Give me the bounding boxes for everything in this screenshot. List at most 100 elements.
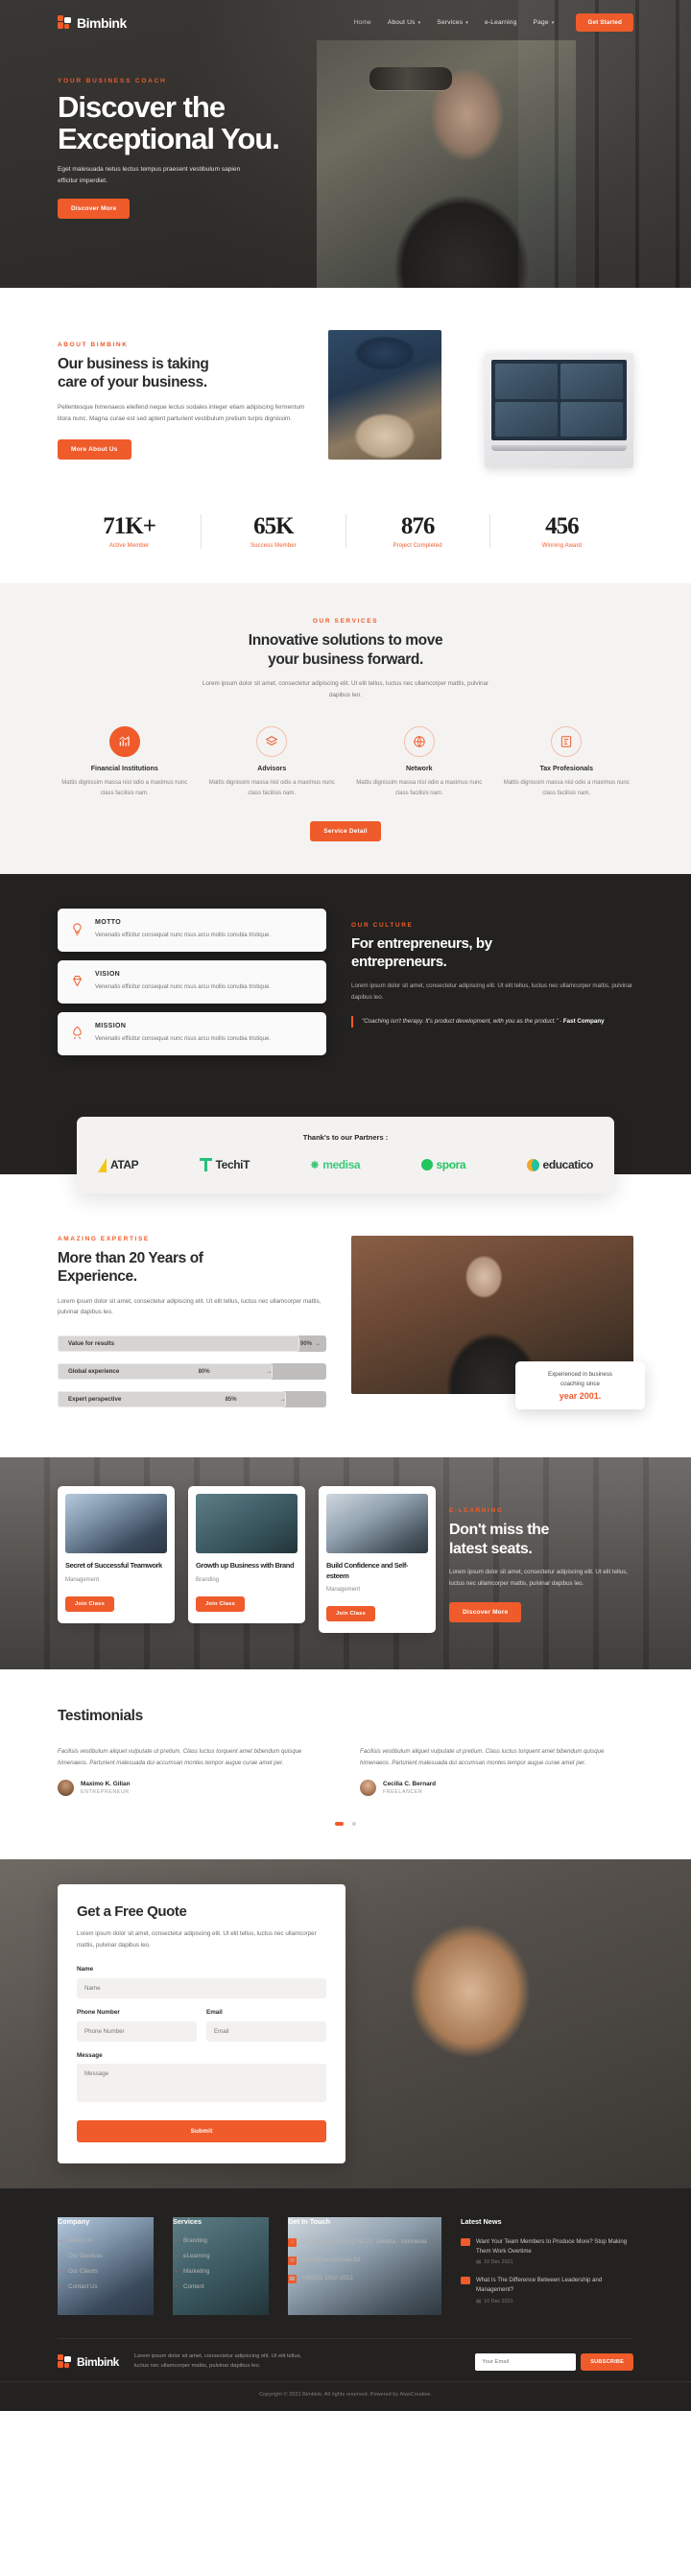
progress-bar-expert-perspective: Expert perspective 85% → (58, 1391, 326, 1408)
stat-label: Active Member (108, 543, 150, 549)
carousel-dots[interactable] (58, 1813, 633, 1831)
service-card-network[interactable]: Network Mattis dignissim massa nisl odio… (352, 726, 487, 799)
footer-link-contact-us[interactable]: → Contact Us (58, 2283, 154, 2290)
stat-value: 65K (253, 513, 294, 539)
more-about-us-button[interactable]: More About Us (58, 438, 131, 460)
hero-subtitle: Eget malesuada netus lectus tempus praes… (58, 166, 241, 184)
experience-badge: Experienced in business coaching since y… (515, 1360, 645, 1409)
nav-item-home[interactable]: Home (354, 19, 371, 26)
culture-card-vision[interactable]: VISION Venenatis efficitur consequat nun… (58, 960, 326, 1004)
course-card-teamwork[interactable]: Secret of Successful Teamwork Management… (58, 1486, 175, 1623)
name-label: Name (77, 1965, 94, 1973)
subscribe-button[interactable]: SUBSCRIBE (581, 2352, 633, 2371)
footer-column-title: Latest News (461, 2216, 502, 2226)
service-title: Advisors (257, 766, 287, 773)
footer-link-our-services[interactable]: → Our Services (58, 2253, 154, 2259)
partner-logo-medisa[interactable]: ✸ medisa (310, 1158, 360, 1171)
stats-section: 71K+ Active Member 65K Success Member 87… (0, 507, 691, 583)
arrow-right-icon: → (58, 2268, 63, 2275)
partner-logo-techit[interactable]: TechiT (199, 1158, 250, 1172)
hero-discover-more-button[interactable]: Discover More (58, 199, 131, 220)
arrow-right-icon: → (173, 2283, 179, 2290)
services-lead: Lorem ipsum dolor sit amet, consectetur … (202, 680, 489, 699)
service-card-advisors[interactable]: Advisors Mattis dignissim massa nisl odi… (205, 726, 340, 799)
course-card-confidence[interactable]: Build Confidence and Self-esteem Managem… (319, 1486, 436, 1633)
about-photo-laptop-videocall (485, 353, 633, 468)
footer-link-content[interactable]: → Content (173, 2283, 269, 2290)
stat-value: 456 (545, 513, 580, 539)
partner-logo-atap[interactable]: ATAP (98, 1157, 139, 1172)
services-list: Financial Institutions Mattis dignissim … (58, 726, 633, 799)
footer-brand-logo[interactable]: Bimbink (58, 2354, 119, 2369)
quote-form-lead: Lorem ipsum dolor sit amet, consectetur … (77, 1930, 317, 1950)
phone-icon: ☎ (288, 2275, 297, 2284)
stat-value: 71K+ (103, 513, 156, 539)
experience-lead: Lorem ipsum dolor sit amet, consectetur … (58, 1297, 322, 1316)
quote-form: Get a Free Quote Lorem ipsum dolor sit a… (58, 1884, 346, 2163)
footer-brand-name: Bimbink (77, 2354, 119, 2369)
news-item-overtime[interactable]: Want Your Team Members to Produce More? … (461, 2237, 633, 2266)
service-card-financial-institutions[interactable]: Financial Institutions Mattis dignissim … (58, 726, 192, 799)
calendar-icon: ▤ (476, 2298, 482, 2304)
course-thumbnail (65, 1494, 167, 1554)
brand-logo[interactable]: Bimbink (58, 15, 127, 31)
culture-title-line-2: entrepreneurs. (351, 954, 447, 971)
footer-column-title: Services (173, 2216, 203, 2226)
footer-link-elearning[interactable]: → eLearning (173, 2253, 269, 2259)
arrow-right-icon: → (173, 2253, 179, 2259)
nav-item-about-us[interactable]: About Us ▾ (388, 19, 420, 26)
culture-card-title: MOTTO (95, 919, 122, 927)
footer-email[interactable]: ✉ hello@yourdomain.tld (288, 2256, 441, 2266)
name-input[interactable] (77, 1977, 326, 1998)
nav-item-page[interactable]: Page ▾ (534, 19, 555, 26)
experience-title: More than 20 Years of Experience. (58, 1249, 326, 1287)
news-title: What Is The Difference Between Leadershi… (476, 2277, 603, 2294)
elearning-discover-more-button[interactable]: Discover More (449, 1602, 522, 1623)
submit-button[interactable]: Submit (77, 2119, 326, 2142)
course-category: Management (65, 1576, 100, 1583)
testimonial-text: Facilisis vestibulum aliquet vulputate u… (58, 1747, 302, 1766)
email-input[interactable] (206, 2021, 326, 2042)
course-card-brand[interactable]: Growth up Business with Brand Branding J… (188, 1486, 305, 1623)
partner-logos: ATAP TechiT ✸ medisa spora educatico (98, 1157, 593, 1172)
join-class-button[interactable]: Join Class (65, 1595, 114, 1612)
culture-card-mission[interactable]: MISSION Venenatis efficitur consequat nu… (58, 1011, 326, 1055)
news-item-leadership[interactable]: What Is The Difference Between Leadershi… (461, 2276, 633, 2304)
experience-title-line-2: Experience. (58, 1268, 137, 1286)
services-title-line-2: your business forward. (268, 651, 423, 669)
footer-link-about-us[interactable]: → About Us (58, 2237, 154, 2244)
join-class-button[interactable]: Join Class (196, 1595, 245, 1612)
nav-item-services[interactable]: Services ▾ (437, 19, 468, 26)
footer-link-branding[interactable]: → Branding (173, 2237, 269, 2244)
elearning-eyebrow: E-LEARNING (449, 1507, 504, 1515)
carousel-dot-active[interactable] (335, 1822, 345, 1827)
educatico-mark-icon (526, 1158, 539, 1171)
testimonial-card-cecilia: Facilisis vestibulum aliquet vulputate u… (360, 1746, 633, 1797)
service-detail-button[interactable]: Service Detail (310, 821, 381, 842)
subscribe-form: SUBSCRIBE (475, 2352, 633, 2371)
testimonial-author: Cecilia C. Bernard FREELANCER (360, 1780, 633, 1797)
footer-bottom-bar: Bimbink Lorem ipsum dolor sit amet, cons… (58, 2337, 633, 2381)
service-text: Mattis dignissim massa nisl odio a maxim… (356, 780, 483, 797)
get-started-button[interactable]: Get Started (576, 13, 633, 32)
service-text: Mattis dignissim massa nisl odio a maxim… (61, 780, 188, 797)
arrow-right-icon: → (58, 2283, 63, 2290)
footer-link-label: Our Clients (68, 2267, 98, 2275)
message-input[interactable] (77, 2063, 326, 2102)
carousel-dot[interactable] (351, 1822, 356, 1827)
calendar-icon: ▤ (476, 2259, 482, 2266)
partner-logo-spora[interactable]: spora (420, 1158, 466, 1171)
progress-percent: 90% (299, 1340, 312, 1347)
experience-section: AMAZING EXPERTISE More than 20 Years of … (0, 1193, 691, 1458)
nav-item-elearning[interactable]: e-Learning (485, 19, 517, 26)
partner-logo-educatico[interactable]: educatico (526, 1158, 593, 1171)
footer-link-our-clients[interactable]: → Our Clients (58, 2268, 154, 2275)
join-class-button[interactable]: Join Class (326, 1605, 375, 1621)
author-name: Maximo K. Gilian (81, 1781, 131, 1788)
footer-link-marketing[interactable]: → Marketing (173, 2268, 269, 2275)
footer-phone[interactable]: ☎ +(62)21 2002-2012 (288, 2274, 441, 2284)
service-card-tax-professionals[interactable]: Tax Profesionals Mattis dignissim massa … (500, 726, 634, 799)
culture-card-motto[interactable]: MOTTO Venenatis efficitur consequat nunc… (58, 909, 326, 953)
subscribe-email-input[interactable] (475, 2352, 577, 2371)
phone-input[interactable] (77, 2021, 197, 2042)
